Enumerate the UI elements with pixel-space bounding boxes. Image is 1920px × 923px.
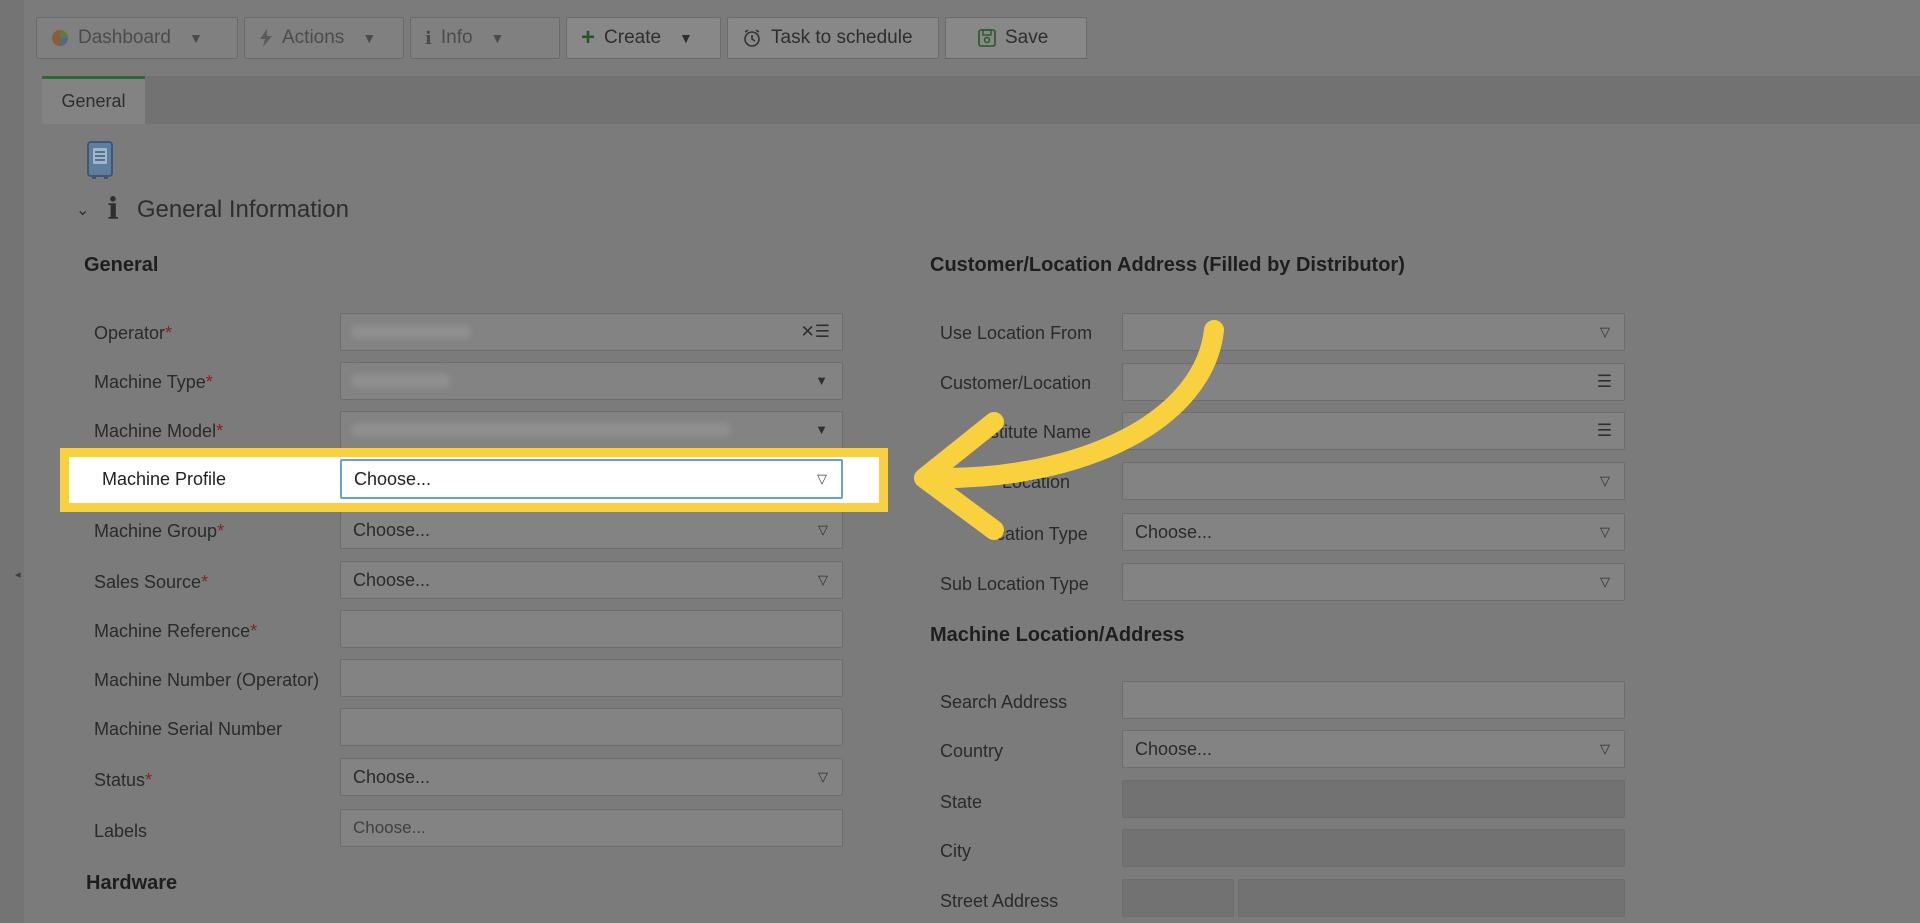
tab-general[interactable]: General [42, 76, 145, 124]
save-label: Save [1005, 27, 1049, 48]
status-select[interactable]: Choose... ▽ [340, 758, 843, 796]
save-button[interactable]: Save [945, 17, 1087, 59]
state-label: State [940, 792, 983, 812]
arrow-annotation [914, 320, 1224, 540]
machine-reference-input[interactable] [340, 610, 843, 648]
state-field [1122, 780, 1625, 818]
dropdown-triangle-icon: ▽ [817, 471, 827, 486]
section-header[interactable]: ⌄ i General Information [76, 192, 349, 227]
caret-down-icon: ▼ [815, 373, 828, 388]
machine-number-input[interactable] [340, 659, 843, 697]
task-to-schedule-label: Task to schedule [771, 27, 913, 48]
left-collapse-bar[interactable]: ◂ [0, 0, 25, 923]
general-group-title: General [84, 254, 159, 276]
tab-strip: General [42, 76, 1920, 124]
status-value: Choose... [353, 766, 431, 787]
create-label: Create [604, 27, 662, 48]
country-value: Choose... [1135, 738, 1213, 759]
caret-down-icon: ▼ [679, 30, 693, 46]
chevron-down-icon[interactable]: ⌄ [76, 200, 89, 220]
dropdown-triangle-icon: ▽ [818, 769, 828, 784]
labels-input[interactable]: Choose... [340, 809, 843, 847]
collapse-handle-icon[interactable]: ◂ [15, 568, 21, 581]
machine-profile-select[interactable]: Choose... ▽ [340, 459, 843, 499]
labels-placeholder: Choose... [353, 818, 426, 837]
actions-button[interactable]: Actions ▼ [244, 17, 404, 59]
machine-location-group-title: Machine Location/Address [930, 624, 1185, 646]
status-label: Status* [94, 770, 153, 790]
dashboard-label: Dashboard [78, 27, 171, 48]
clear-list-icon[interactable]: ✕☰ [801, 322, 830, 342]
dropdown-triangle-icon: ▽ [1600, 524, 1610, 539]
sales-source-label: Sales Source* [94, 572, 209, 592]
search-address-label: Search Address [940, 692, 1068, 712]
caret-down-icon: ▼ [490, 30, 505, 46]
dropdown-triangle-icon: ▽ [1600, 324, 1610, 339]
country-label: Country [940, 741, 1004, 761]
machine-serial-label: Machine Serial Number [94, 719, 283, 739]
country-select[interactable]: Choose... ▽ [1122, 730, 1625, 768]
actions-label: Actions [282, 27, 345, 48]
caret-down-icon: ▼ [188, 30, 203, 46]
machine-profile-value: Choose... [354, 468, 432, 489]
pie-chart-icon [51, 29, 69, 47]
dashboard-button[interactable]: Dashboard ▼ [36, 17, 238, 59]
info-icon: i [107, 192, 119, 227]
machine-type-select[interactable]: ▼ [340, 362, 843, 400]
list-icon[interactable]: ☰ [1597, 421, 1612, 441]
blurred-value [351, 325, 471, 339]
machine-reference-label: Machine Reference* [94, 621, 258, 641]
operator-label: Operator* [94, 323, 173, 343]
sub-location-type-label: Sub Location Type [940, 574, 1089, 594]
sales-source-select[interactable]: Choose... ▽ [340, 561, 843, 599]
street-number-field [1122, 879, 1234, 917]
machine-group-value: Choose... [353, 519, 431, 540]
machine-model-select[interactable]: ▼ [340, 411, 843, 449]
blurred-value [351, 374, 451, 388]
info-label: Info [440, 27, 473, 48]
alarm-clock-icon [742, 28, 762, 48]
save-icon [978, 29, 996, 47]
create-button[interactable]: + Create ▼ [566, 17, 721, 59]
dropdown-triangle-icon: ▽ [818, 522, 828, 537]
section-title: General Information [136, 195, 349, 223]
caret-down-icon: ▼ [362, 30, 377, 46]
toolbar: Dashboard ▼ Actions ▼ i Info ▼ + Create … [36, 17, 1087, 61]
plus-icon: + [581, 24, 596, 51]
city-field [1122, 829, 1625, 867]
city-label: City [940, 841, 971, 861]
machine-serial-input[interactable] [340, 708, 843, 746]
dropdown-triangle-icon: ▽ [1600, 741, 1610, 756]
page: Dashboard ▼ Actions ▼ i Info ▼ + Create … [24, 0, 1920, 923]
dropdown-triangle-icon: ▽ [1600, 473, 1610, 488]
lightning-icon [259, 29, 273, 47]
list-icon[interactable]: ☰ [1597, 372, 1612, 392]
device-icon [86, 140, 114, 185]
blurred-value [351, 423, 731, 437]
task-to-schedule-button[interactable]: Task to schedule [727, 17, 939, 59]
sub-location-type-select[interactable]: ▽ [1122, 563, 1625, 601]
machine-model-label: Machine Model* [94, 421, 224, 441]
machine-group-select[interactable]: Choose... ▽ [340, 511, 843, 549]
info-icon: i [425, 27, 432, 49]
machine-profile-label: Machine Profile [102, 469, 227, 489]
search-address-input[interactable] [1122, 681, 1625, 719]
dropdown-triangle-icon: ▽ [818, 572, 828, 587]
street-address-label: Street Address [940, 891, 1059, 911]
hardware-group-title: Hardware [86, 872, 178, 894]
street-name-field [1238, 879, 1625, 917]
sales-source-value: Choose... [353, 569, 431, 590]
customer-location-group-title: Customer/Location Address (Filled by Dis… [930, 254, 1405, 276]
machine-group-label: Machine Group* [94, 521, 225, 541]
info-button[interactable]: i Info ▼ [410, 17, 560, 59]
caret-down-icon: ▼ [815, 422, 828, 437]
machine-type-label: Machine Type* [94, 372, 213, 392]
operator-field[interactable]: ✕☰ [340, 313, 843, 351]
dropdown-triangle-icon: ▽ [1600, 574, 1610, 589]
machine-number-label: Machine Number (Operator) [94, 670, 320, 690]
labels-label: Labels [94, 821, 148, 841]
